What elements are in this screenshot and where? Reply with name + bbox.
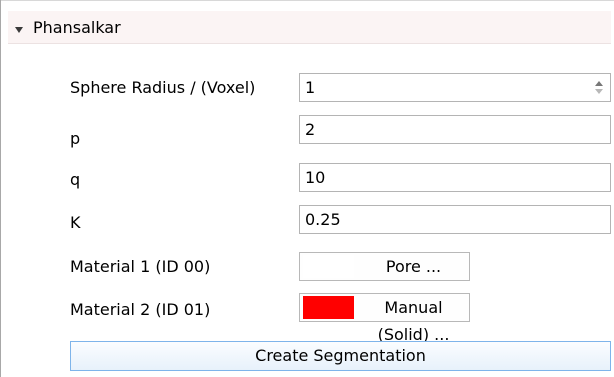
spin-down-icon[interactable]: [595, 89, 603, 94]
p-input[interactable]: 2: [299, 115, 611, 144]
k-input[interactable]: 0.25: [299, 205, 611, 234]
material-2-button-label: Manual (Solid) ...: [377, 298, 450, 344]
material-1-button-label: Pore ...: [385, 257, 442, 276]
material-2-color-swatch: [303, 296, 354, 319]
material-2-label: Material 2 (ID 01): [70, 300, 211, 319]
material-1-label: Material 1 (ID 00): [70, 257, 211, 276]
p-value: 2: [305, 120, 316, 139]
panel-left-border: [0, 0, 1, 377]
create-segmentation-button[interactable]: Create Segmentation: [70, 341, 611, 371]
sphere-radius-value: 1: [305, 78, 316, 97]
q-value: 10: [305, 168, 326, 187]
q-label: q: [70, 170, 81, 189]
panel-top-border: [0, 0, 614, 1]
p-label: p: [70, 129, 81, 148]
material-1-button[interactable]: Pore ...: [299, 252, 470, 281]
material-1-color-swatch: [303, 255, 354, 278]
material-2-button[interactable]: Manual (Solid) ...: [299, 293, 470, 344]
spin-up-icon[interactable]: [595, 81, 603, 86]
section-title: Phansalkar: [33, 18, 121, 37]
sphere-radius-label: Sphere Radius / (Voxel): [70, 78, 256, 97]
q-input[interactable]: 10: [299, 163, 611, 192]
collapse-arrow-icon[interactable]: [15, 27, 23, 33]
k-label: K: [70, 213, 81, 232]
sphere-radius-spinbox[interactable]: 1: [299, 73, 611, 102]
spinbox-arrows[interactable]: [588, 74, 610, 101]
k-value: 0.25: [305, 210, 341, 229]
